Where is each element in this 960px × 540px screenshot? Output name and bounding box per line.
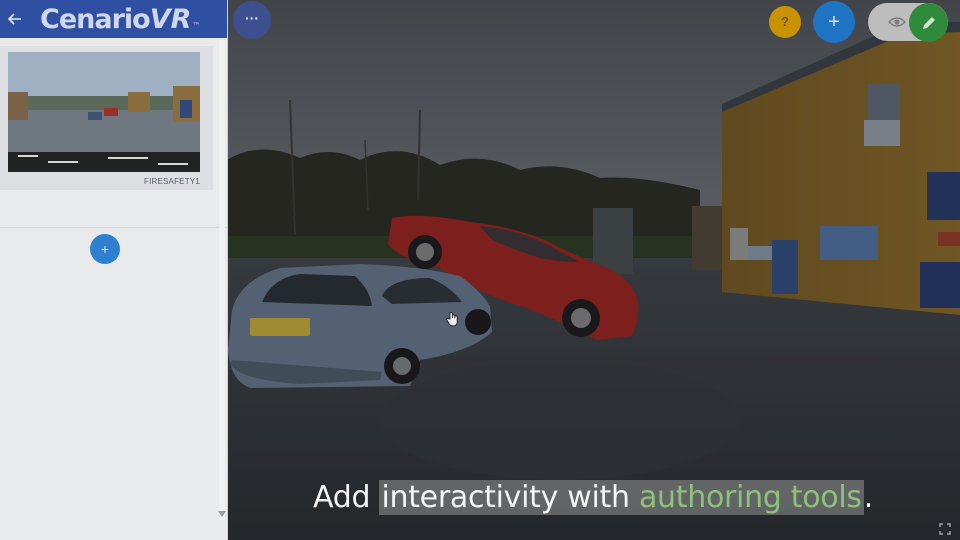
back-arrow-icon[interactable]: [0, 0, 30, 38]
app-root: Cenario VR ™ FIRESAFETY1 + ··· ? + Add i…: [0, 0, 960, 540]
logo-trademark: ™: [192, 20, 200, 30]
scene-sidebar: Cenario VR ™ FIRESAFETY1 +: [0, 0, 227, 540]
add-scene-button[interactable]: +: [90, 234, 120, 264]
header-bar: Cenario VR ™: [0, 0, 227, 38]
caption-text: Add interactivity with authoring tools.: [0, 480, 960, 515]
eye-icon: [888, 17, 906, 27]
app-logo: Cenario VR ™: [40, 3, 200, 35]
scene-image: [227, 0, 960, 540]
logo-text: Cenario: [40, 3, 151, 35]
caption-part-1: Add: [313, 480, 380, 515]
help-button[interactable]: ?: [769, 6, 801, 38]
sidebar-divider: [0, 227, 227, 228]
caption-part-3: with: [558, 480, 639, 515]
caption-part-2: interactivity: [381, 480, 559, 515]
caption-part-5: .: [863, 480, 874, 515]
scene-thumbnail: [8, 52, 200, 172]
sidebar-scrollbar[interactable]: [219, 40, 225, 520]
scene-card[interactable]: FIRESAFETY1: [0, 46, 213, 190]
fullscreen-icon[interactable]: [939, 522, 951, 535]
logo-vr-text: VR: [149, 3, 192, 35]
hand-cursor-icon: [446, 311, 460, 327]
scene-label: FIRESAFETY1: [144, 177, 200, 186]
caption-accent-text: authoring tools: [638, 480, 862, 515]
more-options-button[interactable]: ···: [233, 1, 271, 39]
edit-button[interactable]: [909, 3, 948, 42]
caption-highlight: interactivity with authoring tools: [379, 480, 864, 515]
pencil-icon: [922, 16, 935, 29]
add-hotspot-button[interactable]: +: [813, 1, 855, 43]
scene-viewport[interactable]: [227, 0, 960, 540]
mode-toggle: [868, 3, 948, 42]
